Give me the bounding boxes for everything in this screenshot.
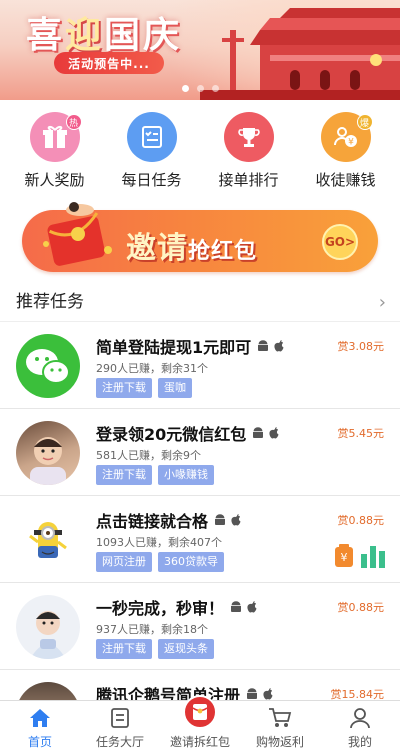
gift-icon: 热: [29, 112, 82, 162]
menu-label: 新人奖励: [24, 171, 85, 189]
yuan-bag-icon: ¥: [335, 544, 353, 567]
cart-icon: [268, 706, 292, 730]
carousel-dot[interactable]: [196, 85, 204, 92]
invite-section: 邀请抢红包 GO>: [0, 194, 400, 278]
task-tag: 蛋咖: [158, 378, 192, 398]
red-envelope-icon: [183, 695, 217, 729]
baby-photo: [16, 595, 80, 659]
task-tags: 注册下载 小喙赚钱: [96, 465, 214, 485]
task-row[interactable]: 登录领20元微信红包 581人已赚，剩余9个 注册下载 小喙赚钱 赏5.45元: [0, 409, 400, 496]
go-button[interactable]: GO>: [322, 224, 358, 260]
hot-badge: 热: [65, 114, 82, 130]
task-tag: 注册下载: [96, 465, 152, 485]
nav-label: 邀请拆红包: [169, 735, 230, 749]
nav-label: 首页: [27, 735, 52, 749]
menu-label: 接单排行: [218, 171, 279, 189]
menu-item-daily-tasks[interactable]: 每日任务: [107, 100, 197, 194]
user-icon: [348, 706, 372, 730]
task-meta: 937人已赚，剩余18个: [96, 623, 208, 636]
carousel-dot[interactable]: [211, 85, 219, 92]
svg-text:¥: ¥: [341, 551, 348, 564]
task-meta: 581人已赚，剩余9个: [96, 449, 201, 462]
task-tags: 注册下载 返现头条: [96, 639, 214, 659]
nav-label: 任务大厅: [95, 735, 144, 749]
menu-label: 每日任务: [121, 171, 182, 189]
apple-icon: [231, 513, 241, 525]
task-title: 一秒完成，秒审！: [96, 595, 258, 619]
nav-task-hall[interactable]: 任务大厅: [80, 701, 160, 756]
task-tag: 注册下载: [96, 639, 152, 659]
task-meta: 1093人已赚，剩余407个: [96, 536, 222, 549]
svg-text:¥: ¥: [348, 138, 354, 148]
menu-item-new-user-reward[interactable]: 热 新人奖励: [10, 100, 100, 194]
invite-banner[interactable]: 邀请抢红包 GO>: [22, 202, 378, 272]
bottom-nav: 首页 任务大厅 邀请拆红包 购物返利 我的: [0, 695, 400, 756]
task-tags: 注册下载 蛋咖: [96, 378, 192, 398]
android-icon: [231, 600, 242, 612]
wechat-icon: [16, 334, 80, 398]
task-title: 登录领20元微信红包: [96, 421, 280, 445]
section-title: 推荐任务: [16, 292, 84, 312]
android-icon: [253, 426, 264, 438]
task-reward: 赏0.88元: [337, 601, 385, 614]
task-row[interactable]: 点击链接就合格 1093人已赚，剩余407个 网页注册 360贷款导 赏0.88…: [0, 496, 400, 583]
task-reward: 赏0.88元: [337, 514, 385, 527]
android-icon: [215, 513, 226, 525]
task-row[interactable]: 一秒完成，秒审！ 937人已赚，剩余18个 注册下载 返现头条 赏0.88元: [0, 583, 400, 670]
task-tag: 返现头条: [158, 639, 214, 659]
task-list: 简单登陆提现1元即可 290人已赚，剩余31个 注册下载 蛋咖 赏3.08元 登…: [0, 322, 400, 756]
task-row[interactable]: 简单登陆提现1元即可 290人已赚，剩余31个 注册下载 蛋咖 赏3.08元: [0, 322, 400, 409]
task-tag: 注册下载: [96, 378, 152, 398]
android-icon: [247, 687, 258, 699]
checklist-icon: [126, 112, 177, 162]
nav-label: 我的: [347, 735, 372, 749]
minion-avatar: [16, 508, 80, 572]
android-icon: [258, 339, 269, 351]
nav-profile[interactable]: 我的: [320, 701, 400, 756]
menu-label: 收徒赚钱: [315, 171, 376, 189]
banner-title: 喜迎国庆: [26, 15, 183, 56]
nav-label: 购物返利: [255, 735, 304, 749]
task-tag: 小喙赚钱: [158, 465, 214, 485]
task-reward: 赏5.45元: [337, 427, 385, 440]
apple-icon: [269, 426, 279, 438]
chevron-right-icon[interactable]: ›: [379, 292, 386, 313]
red-envelope-illustration: [43, 202, 112, 266]
apple-icon: [263, 687, 273, 699]
trophy-icon: [223, 112, 274, 162]
quick-menu: 热 新人奖励 每日任务 接单排行 ¥ 爆 收徒赚钱: [0, 100, 400, 194]
task-tags: 网页注册 360贷款导: [96, 552, 224, 572]
apple-icon: [274, 339, 284, 351]
top-banner[interactable]: 喜迎国庆 活动预告中...: [0, 0, 400, 100]
task-meta: 290人已赚，剩余31个: [96, 362, 208, 375]
nav-shopping-rebate[interactable]: 购物返利: [240, 701, 320, 756]
people-money-icon: ¥ 爆: [320, 112, 373, 162]
task-hall-icon: [108, 706, 132, 730]
home-icon: [28, 706, 52, 730]
menu-item-recruit-earn[interactable]: ¥ 爆 收徒赚钱: [301, 100, 391, 194]
task-title: 简单登陆提现1元即可: [96, 334, 285, 358]
child-photo: [16, 421, 80, 485]
task-tag: 网页注册: [96, 552, 152, 572]
bar-chart-icon: [361, 546, 385, 568]
nav-invite-red-envelope[interactable]: 邀请拆红包: [160, 695, 240, 756]
task-tag: 360贷款导: [158, 552, 224, 572]
menu-item-order-ranking[interactable]: 接单排行: [204, 100, 294, 194]
invite-title: 邀请抢红包: [126, 231, 258, 266]
recommended-tasks-header[interactable]: 推荐任务 ›: [0, 278, 400, 322]
task-reward: 赏3.08元: [337, 340, 385, 353]
banner-cta-button[interactable]: 活动预告中...: [54, 52, 164, 74]
carousel-dot-active[interactable]: [181, 85, 189, 92]
carousel-dots: [0, 85, 400, 92]
nav-home[interactable]: 首页: [0, 701, 80, 756]
hot-badge: 爆: [356, 114, 373, 130]
task-decoration: ¥: [334, 544, 386, 568]
task-title: 点击链接就合格: [96, 508, 242, 532]
apple-icon: [247, 600, 257, 612]
